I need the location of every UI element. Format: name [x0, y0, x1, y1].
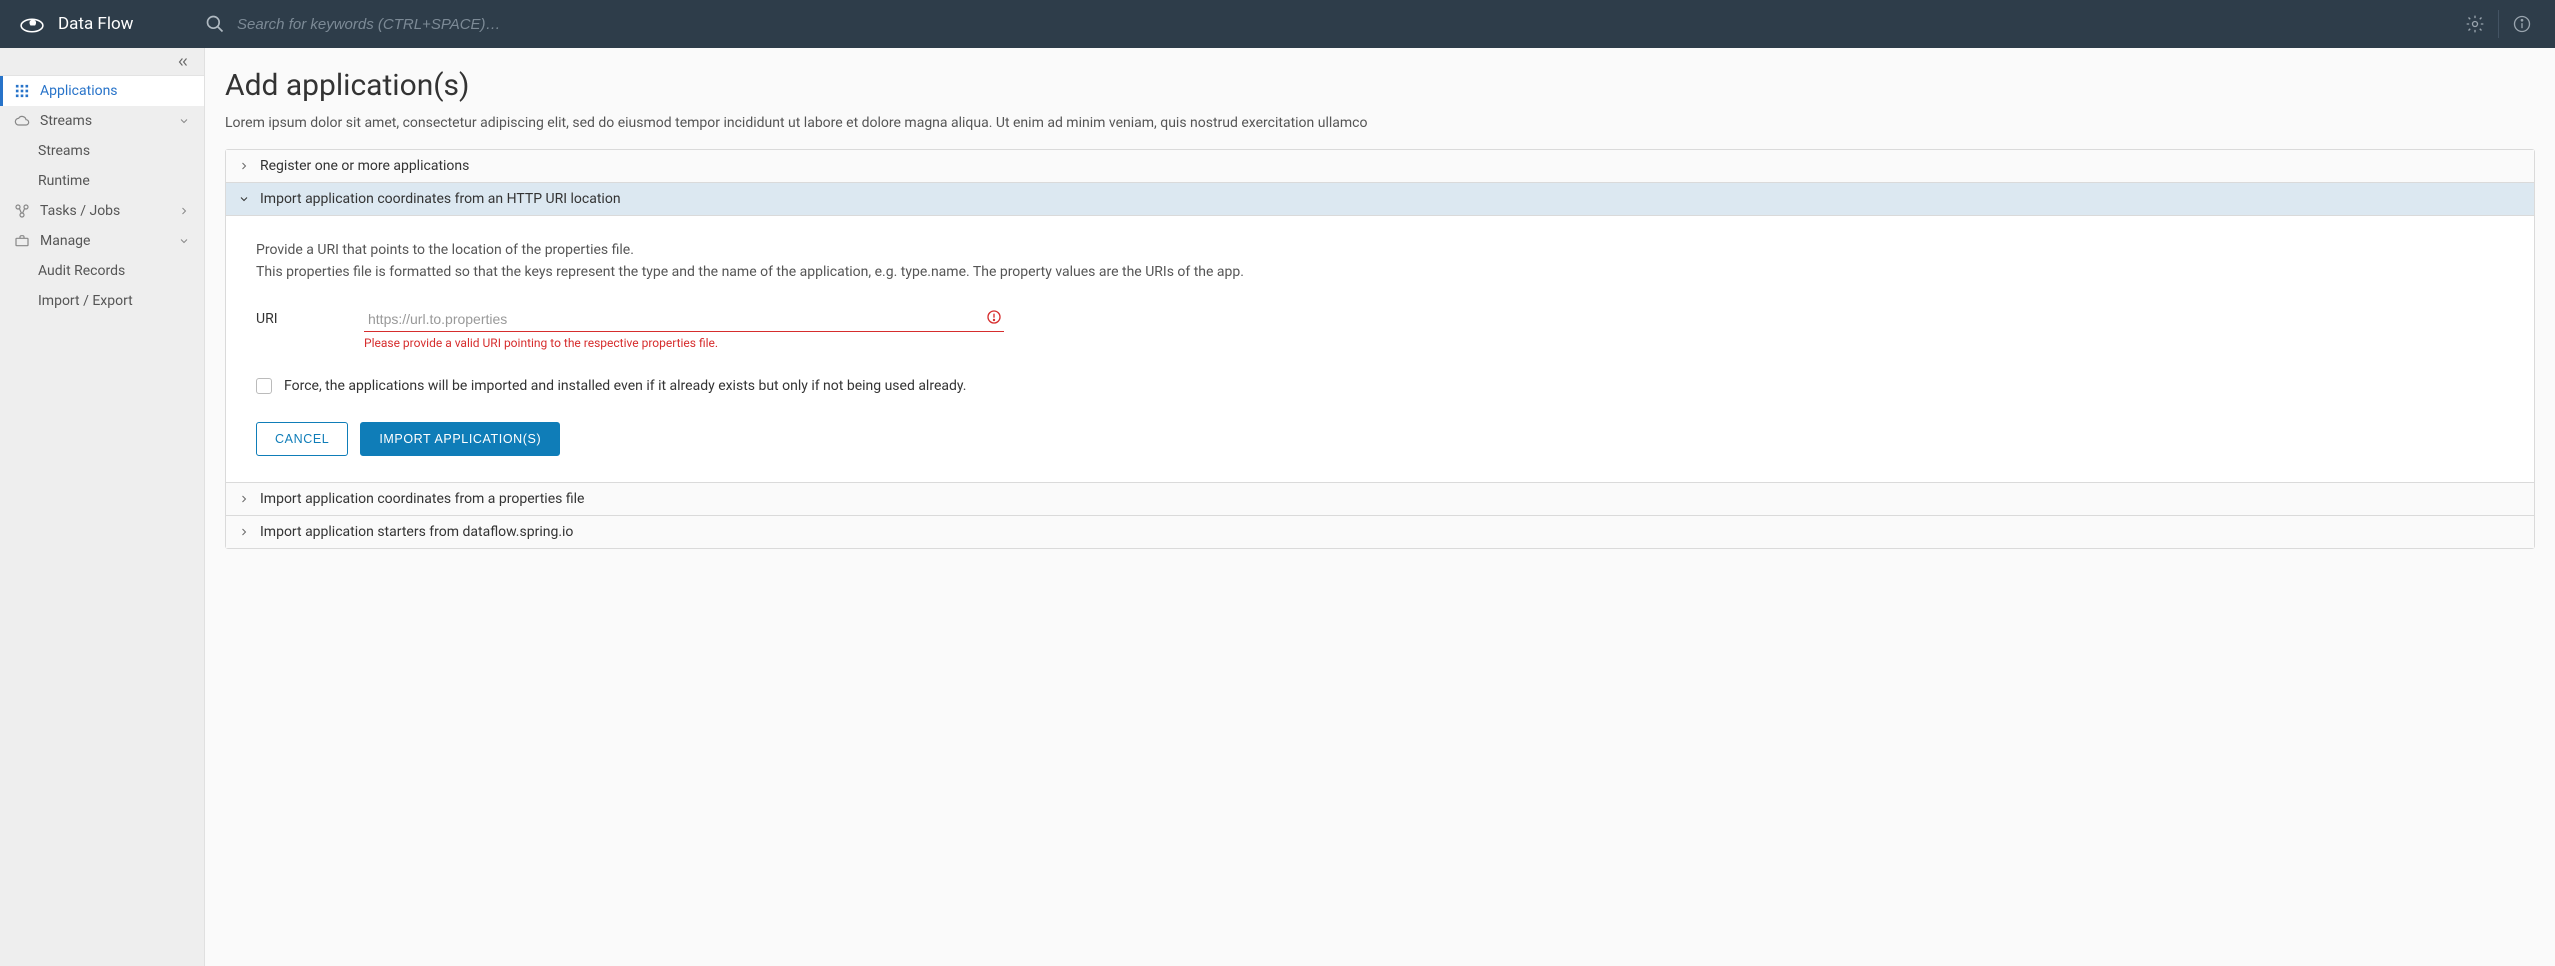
sidebar-item-label: Audit Records — [38, 263, 125, 279]
brand-title: Data Flow — [58, 14, 133, 34]
app-header: Data Flow — [0, 0, 2555, 48]
apps-icon — [14, 83, 30, 99]
cloud-icon — [14, 113, 30, 129]
settings-button[interactable] — [2456, 0, 2494, 48]
hint-line: This properties file is formatted so tha… — [256, 262, 2504, 284]
global-search[interactable] — [205, 14, 2456, 34]
import-button[interactable]: Import Application(s) — [360, 422, 560, 456]
chevron-right-icon — [238, 493, 250, 505]
uri-field-wrapper: Please provide a valid URI pointing to t… — [364, 307, 1004, 350]
sidebar-item-manage[interactable]: Manage — [0, 226, 204, 256]
main-content: Add application(s) Lorem ipsum dolor sit… — [205, 48, 2555, 966]
chevron-down-icon — [178, 235, 190, 247]
sidebar-item-label: Import / Export — [38, 293, 133, 309]
sidebar-item-streams-sub[interactable]: Streams — [0, 136, 204, 166]
tasks-icon — [14, 203, 30, 219]
force-row: Force, the applications will be imported… — [256, 378, 2504, 394]
chevron-down-icon — [178, 115, 190, 127]
force-checkbox[interactable] — [256, 378, 272, 394]
sidebar-item-label: Applications — [40, 83, 118, 99]
sidebar-item-label: Streams — [38, 143, 90, 159]
force-label: Force, the applications will be imported… — [284, 378, 966, 394]
gear-icon — [2465, 14, 2485, 34]
header-actions — [2456, 0, 2555, 48]
sidebar-item-runtime[interactable]: Runtime — [0, 166, 204, 196]
sidebar: Applications Streams Streams Runtime — [0, 48, 205, 966]
uri-hint: Provide a URI that points to the locatio… — [256, 240, 2504, 283]
uri-label: URI — [256, 307, 364, 327]
page-title: Add application(s) — [225, 68, 2535, 103]
accordion-starters[interactable]: Import application starters from dataflo… — [226, 515, 2534, 548]
accordion-title: Register one or more applications — [260, 158, 469, 174]
sidebar-item-import-export[interactable]: Import / Export — [0, 286, 204, 316]
accordion-properties-file[interactable]: Import application coordinates from a pr… — [226, 482, 2534, 515]
chevron-right-icon — [238, 160, 250, 172]
form-actions: Cancel Import Application(s) — [256, 422, 2504, 456]
sidebar-item-label: Manage — [40, 233, 90, 249]
uri-input[interactable] — [364, 307, 1004, 332]
brand: Data Flow — [0, 14, 205, 34]
chevron-down-icon — [238, 193, 250, 205]
sidebar-item-audit[interactable]: Audit Records — [0, 256, 204, 286]
divider — [2498, 10, 2499, 38]
search-icon — [205, 14, 225, 34]
info-button[interactable] — [2503, 0, 2541, 48]
accordion-title: Import application coordinates from a pr… — [260, 491, 584, 507]
search-input[interactable] — [237, 16, 737, 33]
accordion-register[interactable]: Register one or more applications — [226, 150, 2534, 182]
sidebar-collapse-button[interactable] — [0, 48, 204, 76]
sidebar-item-tasks[interactable]: Tasks / Jobs — [0, 196, 204, 226]
http-uri-panel: Provide a URI that points to the locatio… — [226, 215, 2534, 482]
sidebar-item-streams[interactable]: Streams — [0, 106, 204, 136]
briefcase-icon — [14, 233, 30, 249]
sidebar-item-label: Runtime — [38, 173, 90, 189]
page-description: Lorem ipsum dolor sit amet, consectetur … — [225, 115, 2535, 131]
brand-logo-icon — [18, 14, 46, 34]
uri-row: URI Please provide a valid URI pointing … — [256, 307, 2504, 350]
hint-line: Provide a URI that points to the locatio… — [256, 240, 2504, 262]
chevron-right-icon — [178, 205, 190, 217]
sidebar-item-applications[interactable]: Applications — [0, 76, 204, 106]
add-app-accordion: Register one or more applications Import… — [225, 149, 2535, 549]
sidebar-item-label: Tasks / Jobs — [40, 203, 120, 219]
chevron-right-icon — [238, 526, 250, 538]
accordion-title: Import application coordinates from an H… — [260, 191, 621, 207]
uri-error-text: Please provide a valid URI pointing to t… — [364, 336, 1004, 350]
info-icon — [2512, 14, 2532, 34]
accordion-title: Import application starters from dataflo… — [260, 524, 573, 540]
cancel-button[interactable]: Cancel — [256, 422, 348, 456]
chevron-double-left-icon — [176, 55, 190, 69]
error-icon — [986, 309, 1002, 325]
sidebar-item-label: Streams — [40, 113, 92, 129]
accordion-http-uri[interactable]: Import application coordinates from an H… — [226, 182, 2534, 215]
